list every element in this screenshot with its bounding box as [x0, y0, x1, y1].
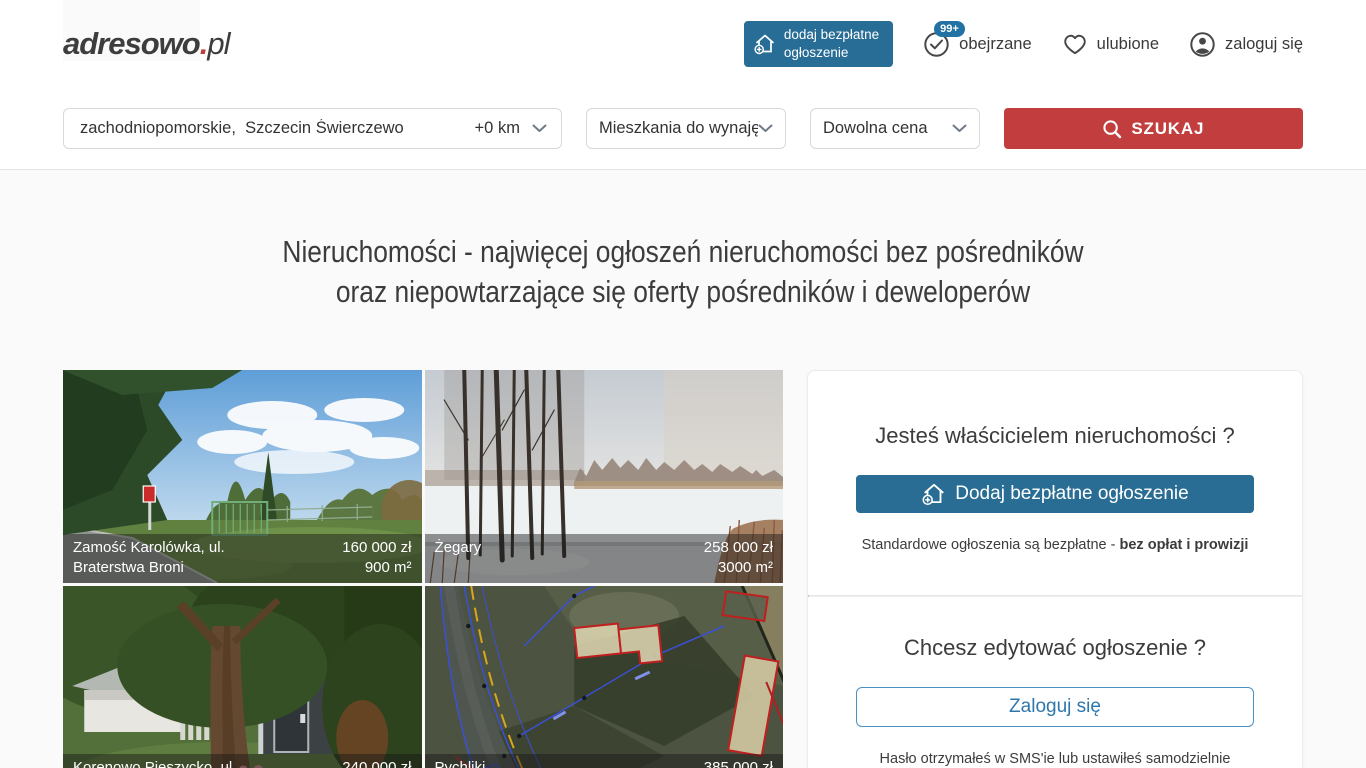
owner-note: Standardowe ogłoszenia są bezpłatne - be…	[856, 537, 1254, 553]
listing-price: 160 000 zł	[342, 539, 411, 556]
listings-grid: Zamość Karolówka, ul. Braterstwa Broni 1…	[63, 370, 783, 768]
viewed-label: obejrzane	[959, 35, 1031, 54]
page-title-line2: oraz niepowtarzające się oferty pośredni…	[102, 272, 1263, 312]
listing-caption: Korenowo Pieszycko, ul. 240 000 zł	[63, 754, 422, 768]
viewed-link[interactable]: 99+ obejrzane	[923, 31, 1031, 58]
login-link[interactable]: zaloguj się	[1189, 31, 1303, 58]
user-icon	[1189, 31, 1216, 58]
chevron-down-icon	[758, 124, 773, 133]
topbar-actions: dodaj bezpłatne ogłoszenie 99+ obejrzane	[744, 21, 1303, 66]
listing-price: 240 000 zł	[342, 759, 411, 768]
owner-title: Jesteś właścicielem nieruchomości ?	[856, 423, 1254, 449]
listing-price-area: 385 000 zł	[704, 758, 773, 768]
edit-note: Hasło otrzymałeś w SMS'ie lub ustawiłeś …	[856, 751, 1254, 767]
owner-card: Jesteś właścicielem nieruchomości ? Doda…	[807, 370, 1303, 768]
listing-location: Pychliki	[435, 758, 486, 768]
category-value: Mieszkania do wynajęcia	[599, 119, 758, 138]
listing-tile[interactable]: Korenowo Pieszycko, ul. 240 000 zł	[63, 586, 422, 768]
search-button[interactable]: SZUKAJ	[1004, 108, 1303, 149]
page-title: Nieruchomości - najwięcej ogłoszeń nieru…	[102, 232, 1263, 312]
add-free-listing-button[interactable]: Dodaj bezpłatne ogłoszenie	[856, 475, 1254, 513]
owner-note-bold: bez opłat i prowizji	[1120, 537, 1249, 553]
page-title-line1: Nieruchomości - najwięcej ogłoszeń nieru…	[102, 232, 1263, 272]
listing-price: 258 000 zł	[704, 539, 773, 556]
listing-location: Zamość Karolówka, ul. Braterstwa Broni	[73, 538, 269, 578]
content-row: Zamość Karolówka, ul. Braterstwa Broni 1…	[0, 370, 1366, 768]
add-free-listing-label: Dodaj bezpłatne ogłoszenie	[955, 483, 1188, 505]
listing-tile[interactable]: Żegary 258 000 zł 3000 m²	[425, 370, 784, 583]
listing-photo	[425, 586, 784, 768]
listing-photo	[63, 586, 422, 768]
location-input[interactable]	[78, 118, 467, 139]
page-header: adresowo.pl dodaj bezpłatne ogłoszenie	[0, 0, 1366, 170]
topbar: adresowo.pl dodaj bezpłatne ogłoszenie	[63, 24, 1303, 64]
listing-price-area: 258 000 zł 3000 m²	[704, 538, 773, 578]
logo-tld: pl	[207, 26, 229, 61]
search-bar: +0 km Mieszkania do wynajęcia Dowolna ce…	[63, 108, 1303, 149]
owner-section: Jesteś właścicielem nieruchomości ? Doda…	[808, 371, 1302, 595]
listing-caption: Pychliki 385 000 zł	[425, 754, 784, 768]
listing-price-area: 160 000 zł 900 m²	[342, 538, 411, 578]
category-select[interactable]: Mieszkania do wynajęcia	[586, 108, 786, 149]
radius-value[interactable]: +0 km	[475, 119, 520, 138]
edit-section: Chcesz edytować ogłoszenie ? Zaloguj się…	[808, 597, 1302, 768]
logo[interactable]: adresowo.pl	[63, 26, 229, 62]
add-listing-button[interactable]: dodaj bezpłatne ogłoszenie	[744, 21, 893, 66]
listing-area: 900 m²	[365, 559, 412, 576]
listing-tile[interactable]: Pychliki 385 000 zł	[425, 586, 784, 768]
sidebar: Jesteś właścicielem nieruchomości ? Doda…	[807, 370, 1303, 768]
listing-location: Żegary	[435, 538, 482, 558]
listing-caption: Żegary 258 000 zł 3000 m²	[425, 534, 784, 583]
edit-title: Chcesz edytować ogłoszenie ?	[856, 635, 1254, 661]
logo-main: adresowo	[63, 0, 200, 61]
price-value: Dowolna cena	[823, 119, 928, 138]
viewed-count-badge: 99+	[934, 21, 965, 37]
favorites-link[interactable]: ulubione	[1062, 32, 1159, 56]
search-button-label: SZUKAJ	[1131, 119, 1204, 139]
search-icon	[1102, 119, 1122, 139]
house-add-icon	[921, 482, 947, 506]
listing-location: Korenowo Pieszycko, ul.	[73, 758, 236, 768]
house-add-icon	[753, 33, 777, 55]
listing-price: 385 000 zł	[704, 759, 773, 768]
listing-price-area: 240 000 zł	[342, 758, 411, 768]
favorites-label: ulubione	[1097, 35, 1159, 54]
chevron-down-icon	[952, 124, 967, 133]
chevron-down-icon[interactable]	[532, 124, 547, 133]
listing-tile[interactable]: Zamość Karolówka, ul. Braterstwa Broni 1…	[63, 370, 422, 583]
heart-icon	[1062, 32, 1088, 56]
login-button[interactable]: Zaloguj się	[856, 687, 1254, 727]
listing-caption: Zamość Karolówka, ul. Braterstwa Broni 1…	[63, 534, 422, 583]
login-label: zaloguj się	[1225, 35, 1303, 54]
add-listing-label: dodaj bezpłatne ogłoszenie	[784, 26, 879, 61]
main-content: Nieruchomości - najwięcej ogłoszeń nieru…	[0, 170, 1366, 768]
listing-area: 3000 m²	[718, 559, 773, 576]
price-select[interactable]: Dowolna cena	[810, 108, 980, 149]
location-combo[interactable]: +0 km	[63, 108, 562, 149]
